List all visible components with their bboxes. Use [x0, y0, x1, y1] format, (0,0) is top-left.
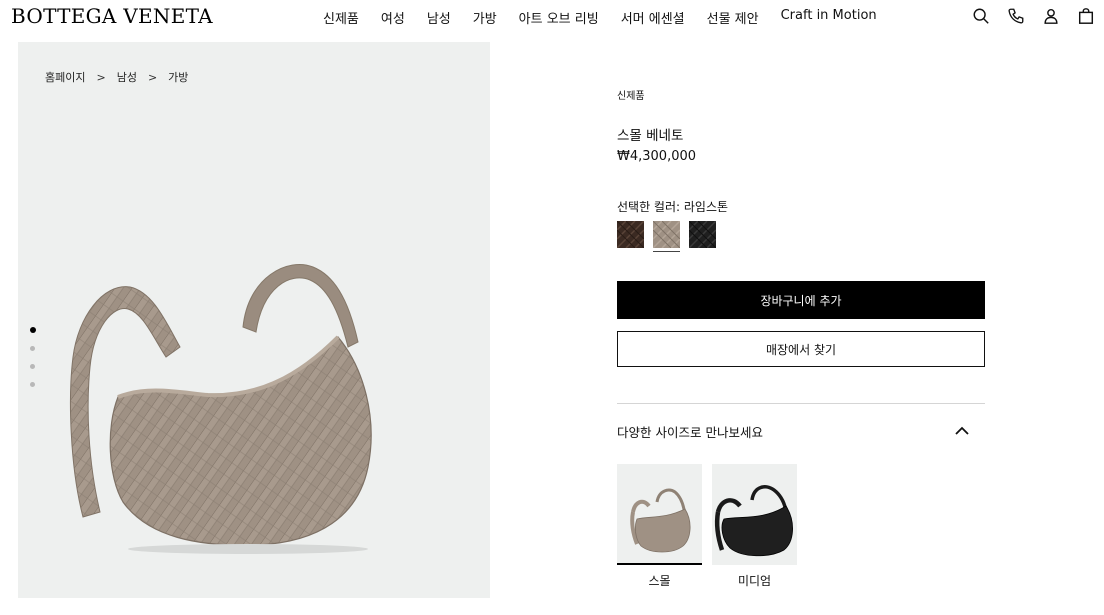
breadcrumb-men[interactable]: 남성 [117, 69, 137, 85]
gallery-pagination [30, 327, 36, 387]
color-swatches [616, 220, 717, 252]
product-price: ₩4,300,000 [617, 149, 697, 164]
chevron-up-icon[interactable] [953, 422, 971, 440]
selected-color-label: 선택한 컬러: 라임스톤 [617, 200, 729, 214]
size-option-small[interactable]: 스몰 [617, 464, 702, 589]
nav-item-art-of-living[interactable]: 아트 오브 리빙 [508, 8, 610, 27]
chevron-right-icon: > [96, 70, 106, 84]
brand-logo[interactable]: BOTTEGA VENETA [11, 4, 213, 28]
nav-item-new[interactable]: 신제품 [312, 8, 370, 27]
product-gallery[interactable]: 홈페이지 > 남성 > 가방 [18, 42, 490, 598]
nav-item-summer-essentials[interactable]: 서머 에센셜 [610, 8, 696, 27]
divider [617, 403, 985, 404]
find-in-store-button[interactable]: 매장에서 찾기 [617, 331, 985, 367]
size-thumbnail [712, 464, 797, 565]
color-swatch-limestone[interactable] [652, 220, 681, 252]
size-label-medium: 미디엄 [737, 574, 772, 588]
nav-item-women[interactable]: 여성 [370, 8, 416, 27]
color-swatch-black[interactable] [688, 220, 717, 249]
breadcrumb: 홈페이지 > 남성 > 가방 [45, 69, 188, 85]
size-options: 스몰 미디엄 [617, 464, 797, 589]
search-icon[interactable] [971, 6, 991, 26]
site-header: BOTTEGA VENETA 신제품 여성 남성 가방 아트 오브 리빙 서머 … [0, 0, 1104, 34]
size-section-title: 다양한 사이즈로 만나보세요 [617, 424, 763, 440]
chevron-right-icon: > [147, 70, 158, 84]
header-icons [971, 6, 1096, 26]
color-swatch-dark-brown[interactable] [616, 220, 645, 249]
breadcrumb-bags[interactable]: 가방 [168, 69, 188, 85]
gallery-dot-1[interactable] [30, 327, 36, 333]
shopping-bag-icon[interactable] [1076, 6, 1096, 26]
nav-item-craft-in-motion[interactable]: Craft in Motion [770, 8, 888, 27]
gallery-dot-3[interactable] [30, 364, 35, 369]
product-image [58, 247, 398, 557]
size-accordion-header[interactable]: 다양한 사이즈로 만나보세요 [617, 418, 985, 444]
product-name: 스몰 베네토 [617, 128, 684, 144]
size-label-small: 스몰 [648, 574, 671, 588]
gallery-dot-4[interactable] [30, 382, 35, 387]
gallery-dot-2[interactable] [30, 346, 35, 351]
new-badge: 신제품 [617, 91, 645, 102]
nav-item-bags[interactable]: 가방 [462, 8, 508, 27]
main-nav: 신제품 여성 남성 가방 아트 오브 리빙 서머 에센셜 선물 제안 Craft… [312, 8, 888, 27]
nav-item-gifts[interactable]: 선물 제안 [696, 8, 770, 27]
phone-icon[interactable] [1006, 6, 1026, 26]
size-thumbnail [617, 464, 702, 565]
add-to-cart-button[interactable]: 장바구니에 추가 [617, 281, 985, 319]
account-icon[interactable] [1041, 6, 1061, 26]
breadcrumb-home[interactable]: 홈페이지 [45, 69, 85, 85]
nav-item-men[interactable]: 남성 [416, 8, 462, 27]
size-option-medium[interactable]: 미디엄 [712, 464, 797, 589]
